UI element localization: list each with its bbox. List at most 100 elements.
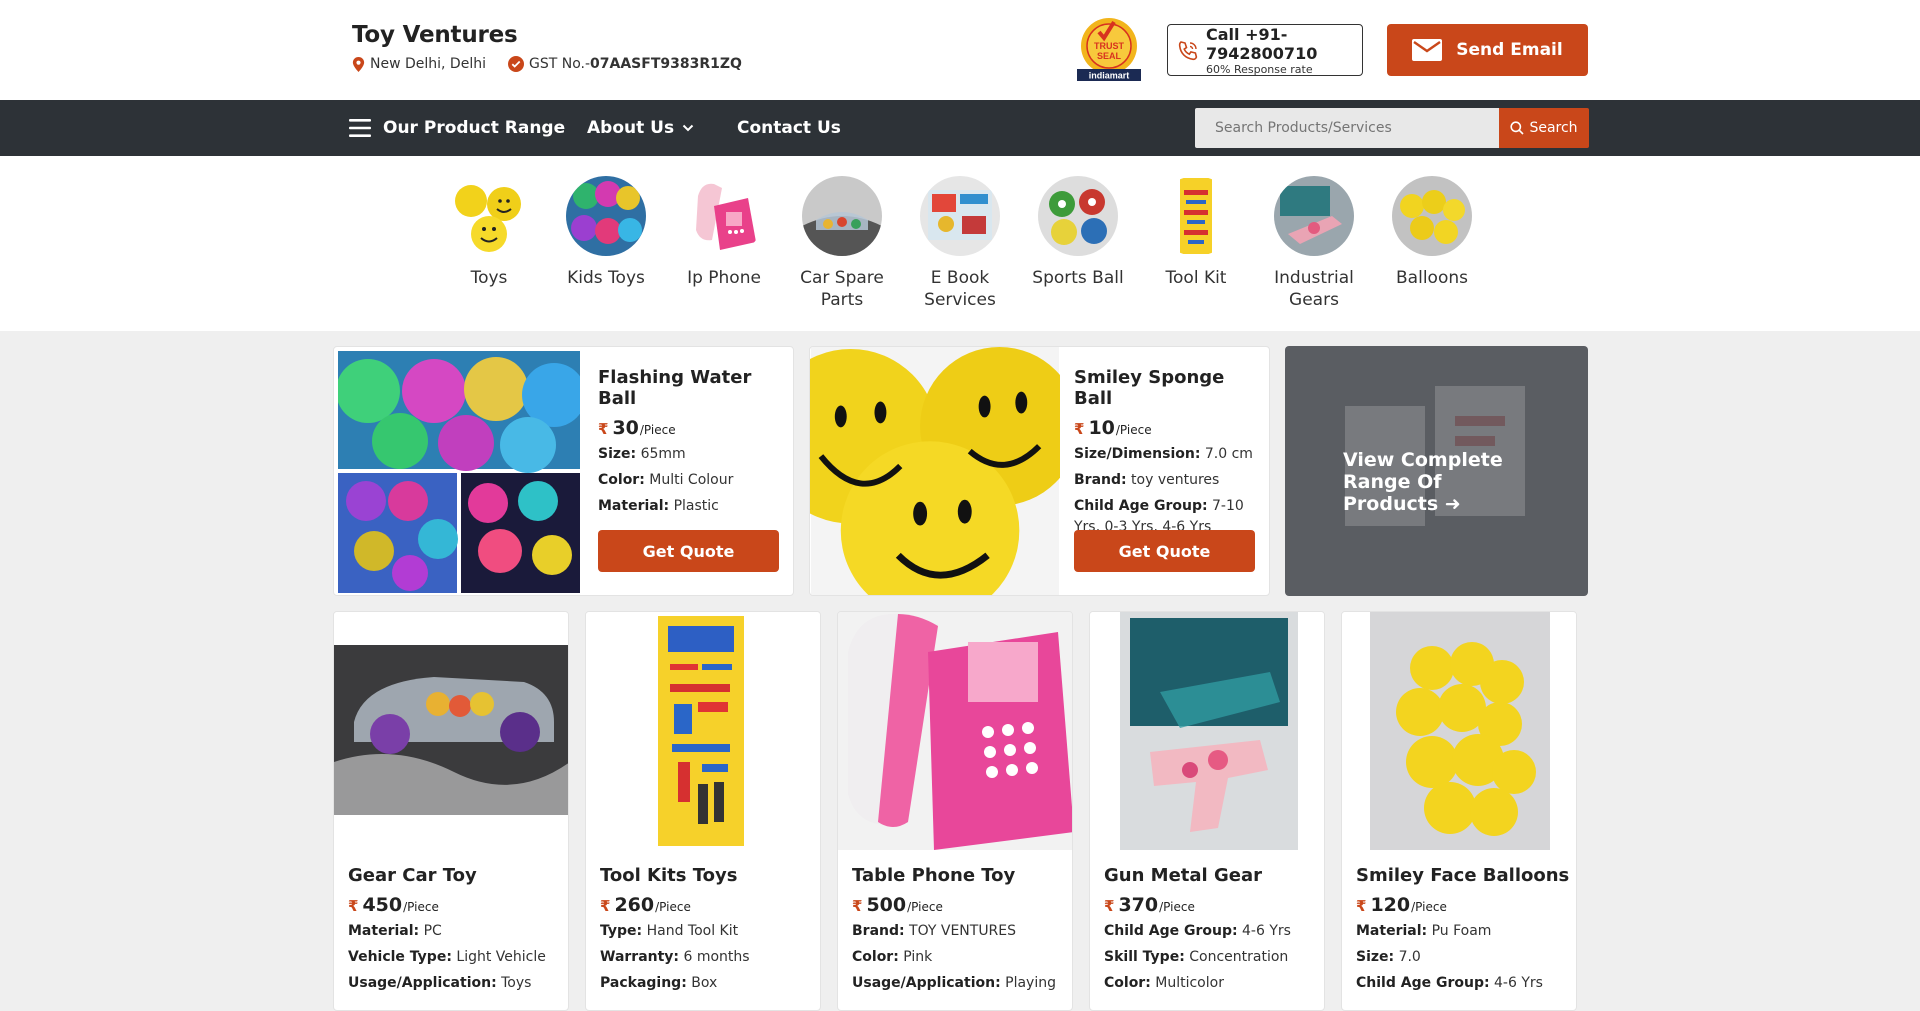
nav-product-range[interactable]: Our Product Range bbox=[349, 100, 565, 156]
gear-car-toy-image[interactable] bbox=[334, 612, 569, 850]
product-price: ₹120/Piece bbox=[1356, 894, 1447, 916]
gst-number: GST No.-07AASFT9383R1ZQ bbox=[528, 56, 742, 72]
response-rate: 60% Response rate bbox=[1206, 63, 1313, 76]
location-text: New Delhi, Delhi bbox=[370, 56, 486, 72]
rupee-icon: ₹ bbox=[1356, 897, 1367, 915]
product-card: Tool Kits Toys ₹260/Piece Type: Hand Too… bbox=[585, 611, 821, 1011]
category-toys-image bbox=[449, 176, 529, 256]
rupee-icon: ₹ bbox=[852, 897, 863, 915]
flashing-water-ball-image[interactable] bbox=[338, 351, 580, 593]
get-quote-button[interactable]: Get Quote bbox=[598, 530, 779, 572]
featured-product-info: Smiley Sponge Ball ₹10/Piece Size/Dimens… bbox=[1074, 367, 1264, 538]
smiley-face-balloons-image[interactable] bbox=[1342, 612, 1577, 850]
tool-kits-toys-image[interactable] bbox=[586, 612, 821, 850]
category-ip-phone[interactable]: Ip Phone bbox=[665, 176, 783, 289]
category-toys-label: Toys bbox=[470, 268, 508, 288]
smiley-sponge-ball-image[interactable] bbox=[810, 347, 1060, 595]
product-spec: Brand: toy ventures bbox=[1074, 472, 1220, 488]
category-tool-kit[interactable]: Tool Kit bbox=[1137, 176, 1255, 289]
category-ip-phone-image bbox=[684, 176, 764, 256]
product-info: Gun Metal Gear ₹370/Piece Child Age Grou… bbox=[1104, 865, 1319, 994]
product-spec: Usage/Application: Playing bbox=[852, 975, 1056, 991]
send-email-label: Send Email bbox=[1456, 40, 1563, 60]
product-price: ₹450/Piece bbox=[348, 894, 439, 916]
category-car-spare-parts-image bbox=[802, 176, 882, 256]
category-toys[interactable]: Toys bbox=[430, 176, 548, 289]
product-title[interactable]: Smiley Sponge Ball bbox=[1074, 367, 1264, 409]
product-card: Smiley Face Balloons ₹120/Piece Material… bbox=[1341, 611, 1577, 1011]
category-industrial-gears-label: Industrial Gears bbox=[1274, 268, 1354, 310]
table-phone-toy-image[interactable] bbox=[838, 612, 1073, 850]
gun-metal-gear-image[interactable] bbox=[1090, 612, 1325, 850]
send-email-button[interactable]: Send Email bbox=[1387, 24, 1588, 76]
product-title[interactable]: Tool Kits Toys bbox=[600, 865, 815, 886]
product-spec: Material: PC bbox=[348, 923, 442, 939]
product-price: ₹500/Piece bbox=[852, 894, 943, 916]
product-title[interactable]: Smiley Face Balloons bbox=[1356, 865, 1571, 886]
product-spec: Color: Multi Colour bbox=[598, 472, 734, 488]
product-spec: Color: Pink bbox=[852, 949, 933, 965]
product-card: Table Phone Toy ₹500/Piece Brand: TOY VE… bbox=[837, 611, 1073, 1011]
view-all-products-tile[interactable]: View Complete Range Of Products ➜ bbox=[1285, 346, 1588, 596]
search-button-label: Search bbox=[1529, 120, 1578, 136]
category-sports-ball[interactable]: Sports Ball bbox=[1019, 176, 1137, 289]
category-balloons[interactable]: Balloons bbox=[1373, 176, 1491, 289]
product-title[interactable]: Flashing Water Ball bbox=[598, 367, 783, 409]
product-price: ₹260/Piece bbox=[600, 894, 691, 916]
call-button[interactable]: Call +91-7942800710 60% Response rate bbox=[1167, 24, 1363, 76]
phone-icon bbox=[1178, 41, 1198, 61]
rupee-icon: ₹ bbox=[600, 897, 611, 915]
category-e-book-services-label: E Book Services bbox=[924, 268, 996, 310]
category-sports-ball-image bbox=[1038, 176, 1118, 256]
product-info: Tool Kits Toys ₹260/Piece Type: Hand Too… bbox=[600, 865, 815, 994]
nav-contact-us[interactable]: Contact Us bbox=[737, 100, 841, 156]
product-spec: Warranty: 6 months bbox=[600, 949, 750, 965]
category-industrial-gears-image bbox=[1274, 176, 1354, 256]
get-quote-button[interactable]: Get Quote bbox=[1074, 530, 1255, 572]
category-industrial-gears[interactable]: Industrial Gears bbox=[1255, 176, 1373, 311]
category-sports-ball-label: Sports Ball bbox=[1032, 268, 1124, 288]
category-kids-toys-image bbox=[566, 176, 646, 256]
site-header: Toy Ventures New Delhi, Delhi GST No.-07… bbox=[0, 0, 1920, 100]
nav-about-us[interactable]: About Us bbox=[587, 100, 694, 156]
product-spec: Size/Dimension: 7.0 cm bbox=[1074, 446, 1253, 462]
category-kids-toys[interactable]: Kids Toys bbox=[547, 176, 665, 289]
brand-meta: New Delhi, Delhi GST No.-07AASFT9383R1ZQ bbox=[352, 56, 742, 72]
product-info: Smiley Face Balloons ₹120/Piece Material… bbox=[1356, 865, 1571, 994]
featured-product-card: Smiley Sponge Ball ₹10/Piece Size/Dimens… bbox=[809, 346, 1270, 596]
category-balloons-image bbox=[1392, 176, 1472, 256]
product-card: Gear Car Toy ₹450/Piece Material: PC Veh… bbox=[333, 611, 569, 1011]
envelope-icon bbox=[1412, 39, 1443, 61]
rupee-icon: ₹ bbox=[1104, 897, 1115, 915]
rupee-icon: ₹ bbox=[348, 897, 359, 915]
trust-seal-badge-icon[interactable]: TRUST SEAL indiamart bbox=[1074, 16, 1144, 82]
search-input[interactable] bbox=[1195, 108, 1499, 148]
seal-brand-text: indiamart bbox=[1089, 71, 1130, 81]
product-spec: Child Age Group: 4-6 Yrs bbox=[1104, 923, 1291, 939]
nav-contact-label: Contact Us bbox=[737, 118, 841, 138]
brand-block: Toy Ventures New Delhi, Delhi GST No.-07… bbox=[352, 22, 742, 72]
product-spec: Material: Pu Foam bbox=[1356, 923, 1492, 939]
category-e-book-services-image bbox=[920, 176, 1000, 256]
category-strip: Toys Kids Toys Ip Phone Car Spare Parts … bbox=[0, 156, 1920, 331]
category-e-book-services[interactable]: E Book Services bbox=[901, 176, 1019, 311]
verified-check-icon bbox=[507, 56, 524, 72]
product-title[interactable]: Table Phone Toy bbox=[852, 865, 1067, 886]
chevron-down-icon bbox=[682, 124, 694, 132]
search-button[interactable]: Search bbox=[1499, 108, 1589, 148]
company-name[interactable]: Toy Ventures bbox=[352, 22, 742, 48]
product-spec: Brand: TOY VENTURES bbox=[852, 923, 1017, 939]
product-price: ₹370/Piece bbox=[1104, 894, 1195, 916]
product-card: Gun Metal Gear ₹370/Piece Child Age Grou… bbox=[1089, 611, 1325, 1011]
category-car-spare-parts-label: Car Spare Parts bbox=[800, 268, 884, 310]
product-spec: Packaging: Box bbox=[600, 975, 718, 991]
rupee-icon: ₹ bbox=[1074, 420, 1085, 438]
main-nav: Our Product Range About Us Contact Us Se… bbox=[0, 100, 1920, 156]
product-spec: Skill Type: Concentration bbox=[1104, 949, 1289, 965]
product-title[interactable]: Gear Car Toy bbox=[348, 865, 563, 886]
product-spec: Child Age Group: 4-6 Yrs bbox=[1356, 975, 1543, 991]
product-title[interactable]: Gun Metal Gear bbox=[1104, 865, 1319, 886]
category-car-spare-parts[interactable]: Car Spare Parts bbox=[783, 176, 901, 311]
rupee-icon: ₹ bbox=[598, 420, 609, 438]
nav-product-range-label: Our Product Range bbox=[383, 118, 566, 138]
